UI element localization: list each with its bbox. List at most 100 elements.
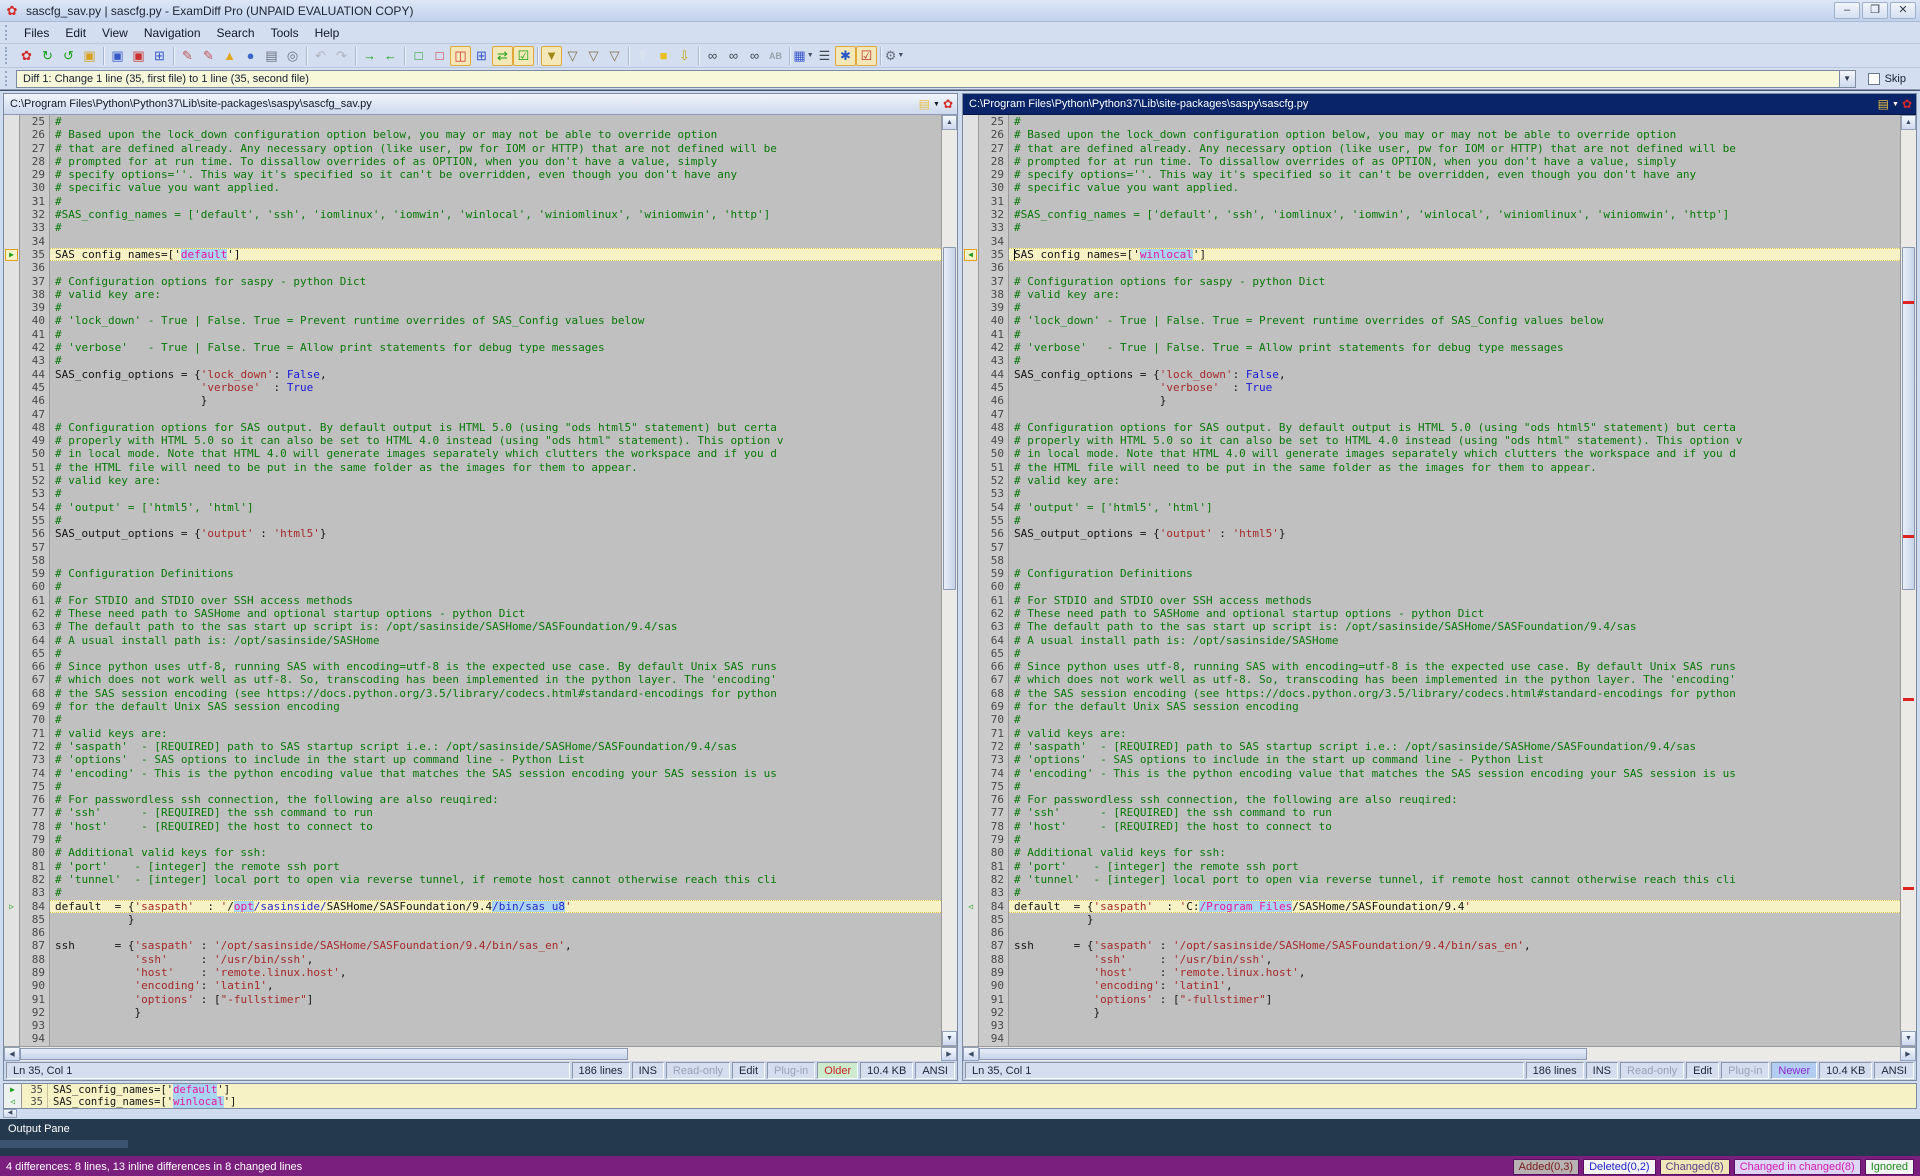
scroll-right-icon[interactable]: ▶ bbox=[1900, 1047, 1916, 1061]
code-line[interactable]: 30# specific value you want applied. bbox=[4, 181, 941, 194]
menu-item-files[interactable]: Files bbox=[16, 24, 57, 42]
code-line[interactable]: 77# 'ssh' - [REQUIRED] the ssh command t… bbox=[963, 806, 1900, 819]
close-button[interactable]: ✕ bbox=[1890, 2, 1916, 19]
current-difference-button[interactable]: ■ bbox=[653, 46, 674, 66]
code-line[interactable]: 82# 'tunnel' - [integer] local port to o… bbox=[4, 873, 941, 886]
statistics-button[interactable]: ☑ bbox=[856, 46, 877, 66]
code-line[interactable]: 54# 'output' = ['html5', 'html'] bbox=[963, 501, 1900, 514]
print-button[interactable]: ▤ bbox=[261, 46, 282, 66]
toolbar-grip[interactable] bbox=[5, 47, 11, 63]
code-line[interactable]: 33# bbox=[963, 221, 1900, 234]
code-line[interactable]: 90 'encoding': 'latin1', bbox=[963, 979, 1900, 992]
filter-changed-button[interactable]: ▽ bbox=[604, 46, 625, 66]
code-line[interactable]: 38# valid key are: bbox=[963, 288, 1900, 301]
scroll-down-icon[interactable]: ▼ bbox=[942, 1031, 957, 1046]
code-line[interactable]: 52# valid key are: bbox=[4, 474, 941, 487]
current-diff-combo[interactable]: Diff 1: Change 1 line (35, first file) t… bbox=[16, 70, 1839, 88]
code-line[interactable]: 53# bbox=[963, 487, 1900, 500]
right-pane-header[interactable]: C:\Program Files\Python\Python37\Lib\sit… bbox=[963, 94, 1916, 115]
print-preview-button[interactable]: ◎ bbox=[282, 46, 303, 66]
code-line[interactable]: 79# bbox=[963, 833, 1900, 846]
code-line[interactable]: 63# The default path to the sas start up… bbox=[4, 620, 941, 633]
code-line[interactable]: 33# bbox=[4, 221, 941, 234]
right-save-dropdown-icon[interactable]: ▼ bbox=[1892, 101, 1899, 108]
menu-item-edit[interactable]: Edit bbox=[57, 24, 94, 42]
code-line[interactable]: 39# bbox=[4, 301, 941, 314]
code-line[interactable]: 88 'ssh' : '/usr/bin/ssh', bbox=[963, 953, 1900, 966]
diff-list-row[interactable]: ◁35SAS_config_names=['winlocal'] bbox=[4, 1096, 1916, 1108]
code-line[interactable]: 57 bbox=[963, 541, 1900, 554]
code-line[interactable]: 73# 'options' - SAS options to include i… bbox=[4, 753, 941, 766]
code-line[interactable]: 81# 'port' - [integer] the remote ssh po… bbox=[963, 860, 1900, 873]
menu-grip[interactable] bbox=[5, 25, 11, 40]
code-line[interactable]: 66# Since python uses utf-8, running SAS… bbox=[4, 660, 941, 673]
code-line[interactable]: 78# 'host' - [REQUIRED] the host to conn… bbox=[4, 820, 941, 833]
code-line[interactable]: 40# 'lock_down' - True | False. True = P… bbox=[963, 314, 1900, 327]
prev-difference-button[interactable]: ← bbox=[380, 46, 401, 66]
code-line[interactable]: 44SAS_config_options = {'lock_down': Fal… bbox=[963, 368, 1900, 381]
code-line[interactable]: 61# For STDIO and STDIO over SSH access … bbox=[963, 594, 1900, 607]
code-line[interactable]: 51# the HTML file will need to be put in… bbox=[963, 461, 1900, 474]
code-line[interactable]: 90 'encoding': 'latin1', bbox=[4, 979, 941, 992]
code-line[interactable]: 87ssh = {'saspath' : '/opt/sasinside/SAS… bbox=[4, 939, 941, 952]
recompare-button[interactable]: ↻ bbox=[37, 46, 58, 66]
code-line[interactable]: 64# A usual install path is: /opt/sasins… bbox=[963, 634, 1900, 647]
code-line[interactable]: 78# 'host' - [REQUIRED] the host to conn… bbox=[963, 820, 1900, 833]
code-line[interactable]: 50# in local mode. Note that HTML 4.0 wi… bbox=[963, 447, 1900, 460]
code-line[interactable]: 64# A usual install path is: /opt/sasins… bbox=[4, 634, 941, 647]
code-line[interactable]: 57 bbox=[4, 541, 941, 554]
code-line[interactable]: 46 } bbox=[4, 394, 941, 407]
left-pane-header[interactable]: C:\Program Files\Python\Python37\Lib\sit… bbox=[4, 94, 957, 115]
code-line[interactable]: 52# valid key are: bbox=[963, 474, 1900, 487]
scroll-left-icon[interactable]: ◀ bbox=[3, 1109, 17, 1118]
code-line[interactable]: 70# bbox=[4, 713, 941, 726]
code-line[interactable]: 60# bbox=[963, 580, 1900, 593]
filter-all-button[interactable]: ▼ bbox=[541, 46, 562, 66]
code-line[interactable]: 72# 'saspath' - [REQUIRED] path to SAS s… bbox=[963, 740, 1900, 753]
scroll-right-icon[interactable]: ▶ bbox=[941, 1047, 957, 1061]
diffbar-grip[interactable] bbox=[5, 71, 11, 86]
code-line[interactable]: ◁84default = {'saspath' : 'C:/Program Fi… bbox=[963, 900, 1900, 913]
code-line[interactable]: 25# bbox=[963, 115, 1900, 128]
refresh-files-button[interactable]: ↺ bbox=[58, 46, 79, 66]
code-line[interactable]: 65# bbox=[4, 647, 941, 660]
show-changed-button[interactable]: ◫ bbox=[450, 46, 471, 66]
code-line[interactable]: 44SAS_config_options = {'lock_down': Fal… bbox=[4, 368, 941, 381]
code-line[interactable]: 41# bbox=[963, 328, 1900, 341]
code-line[interactable]: 45 'verbose' : True bbox=[4, 381, 941, 394]
code-line[interactable]: 49# properly with HTML 5.0 so it can als… bbox=[963, 434, 1900, 447]
code-line[interactable]: 34 bbox=[4, 235, 941, 248]
code-line[interactable]: 93 bbox=[4, 1019, 941, 1032]
save-all-button[interactable]: ⊞ bbox=[149, 46, 170, 66]
code-line[interactable]: 76# For passwordless ssh connection, the… bbox=[4, 793, 941, 806]
code-line[interactable]: 31# bbox=[4, 195, 941, 208]
code-line[interactable]: 83# bbox=[4, 886, 941, 899]
code-line[interactable]: 89 'host' : 'remote.linux.host', bbox=[4, 966, 941, 979]
dropdown-arrow-icon[interactable]: ▼ bbox=[897, 52, 904, 59]
code-line[interactable]: 69# for the default Unix SAS session enc… bbox=[4, 700, 941, 713]
match-case-button[interactable]: AB bbox=[765, 46, 786, 66]
code-line[interactable]: 91 'options' : ["-fullstimer"] bbox=[963, 993, 1900, 1006]
open-files-button[interactable]: ▣ bbox=[79, 46, 100, 66]
find-prev-button[interactable]: ∞ bbox=[744, 46, 765, 66]
scroll-up-icon[interactable]: ▲ bbox=[942, 115, 957, 130]
code-line[interactable]: 38# valid key are: bbox=[4, 288, 941, 301]
code-line[interactable]: 71# valid keys are: bbox=[963, 727, 1900, 740]
code-line[interactable]: 86 bbox=[963, 926, 1900, 939]
code-line[interactable]: 92 } bbox=[4, 1006, 941, 1019]
save-first-button[interactable]: ▣ bbox=[107, 46, 128, 66]
code-line[interactable]: ◀35SAS_config_names=['winlocal'] bbox=[963, 248, 1900, 261]
code-line[interactable]: 58 bbox=[963, 554, 1900, 567]
code-line[interactable]: 56SAS_output_options = {'output' : 'html… bbox=[963, 527, 1900, 540]
code-line[interactable]: 67# which does not work well as utf-8. S… bbox=[963, 673, 1900, 686]
code-line[interactable]: 69# for the default Unix SAS session enc… bbox=[963, 700, 1900, 713]
left-horizontal-scrollbar[interactable]: ◀ ▶ bbox=[4, 1046, 957, 1061]
save-first-as-button[interactable]: ▲ bbox=[219, 46, 240, 66]
prev-change-block-button[interactable]: ⇧ bbox=[632, 46, 653, 66]
code-line[interactable]: 62# These need path to SASHome and optio… bbox=[963, 607, 1900, 620]
maximize-button[interactable]: ❒ bbox=[1862, 2, 1888, 19]
code-line[interactable]: 26# Based upon the lock_down configurati… bbox=[4, 128, 941, 141]
code-line[interactable]: 58 bbox=[4, 554, 941, 567]
code-line[interactable]: 51# the HTML file will need to be put in… bbox=[4, 461, 941, 474]
minimize-button[interactable]: – bbox=[1834, 2, 1860, 19]
